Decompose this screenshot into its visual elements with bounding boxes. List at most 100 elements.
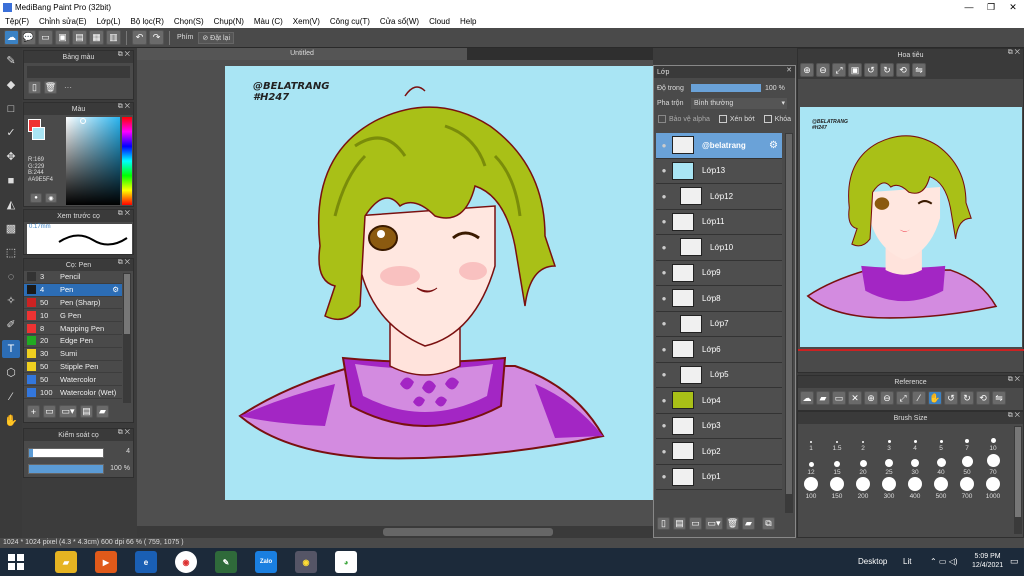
tray-icons[interactable]: ⌃ ▭ ◁) [930,557,958,566]
ref-zoom-out-icon[interactable]: ⊖ [880,391,894,405]
layer-row[interactable]: ● @belatrang ⚙ [656,133,782,159]
pen-tool-icon[interactable]: ✎ [2,52,20,70]
panel-close-icon[interactable]: ⧉ ✕ [118,259,130,267]
navigator-preview[interactable]: @BELATRANG #H247 [800,107,1022,347]
menu-item[interactable]: Công cụ(T) [325,17,375,26]
sub-color-swatch[interactable] [32,127,45,140]
layer-visibility-icon[interactable]: ● [656,243,672,252]
brush-size-option[interactable]: 1.5 [824,428,850,452]
zoom-in-icon[interactable]: ⊕ [800,63,814,77]
fit-icon[interactable]: ⤢ [832,63,846,77]
actual-size-icon[interactable]: ▣ [848,63,862,77]
layer-visibility-icon[interactable]: ● [656,166,672,175]
add-brush-icon[interactable]: + [27,405,40,418]
layer-row[interactable]: ● Lớp10 [656,235,782,261]
layer-row[interactable]: ● Lớp6 [656,337,782,363]
brush-size-option[interactable]: 25 [876,452,902,476]
paint-icon[interactable]: ✎ [215,551,237,573]
layer-visibility-icon[interactable]: ● [656,141,672,150]
ref-open-icon[interactable]: ▰ [816,391,830,405]
panel-close-icon[interactable]: ⧉ ✕ [118,210,130,218]
menu-item[interactable]: Bộ lọc(R) [126,17,169,26]
brush-size-option[interactable]: 5 [928,428,954,452]
menu-item[interactable]: Lớp(L) [92,17,126,26]
brush-menu-icon[interactable]: ▭ [43,405,56,418]
palette-dropdown[interactable] [27,66,130,78]
brush-item[interactable]: 3 Pencil [24,271,122,284]
chrome-icon[interactable]: ◉ [175,551,197,573]
ref-rotate-right-icon[interactable]: ↻ [960,391,974,405]
menu-item[interactable]: Chọn(S) [169,17,209,26]
brush-item[interactable]: 8 Mapping Pen [24,322,122,335]
media-player-icon[interactable]: ▶ [95,551,117,573]
panel-close-icon[interactable]: ⧉ ✕ [1008,49,1020,57]
brush-size-option[interactable]: 700 [954,476,980,500]
undo-icon[interactable]: ↶ [132,30,147,45]
maximize-button[interactable]: ❐ [980,2,1002,13]
zalo-icon[interactable]: Zalo [255,551,277,573]
minimize-button[interactable]: — [958,2,980,13]
ref-close-icon[interactable]: ✕ [848,391,862,405]
chat-icon[interactable]: 💬 [21,30,36,45]
layer-visibility-icon[interactable]: ● [656,447,672,456]
layer-row[interactable]: ● Lớp9 [656,260,782,286]
eyedropper-icon[interactable]: ⁄ [2,388,20,406]
brush-size-option[interactable]: 200 [850,476,876,500]
move-tool-icon[interactable]: ✥ [2,148,20,166]
layer-row[interactable]: ● Lớp5 [656,362,782,388]
reset-button[interactable]: ⊘ Đặt lại [198,31,234,44]
brush-size-option[interactable]: 50 [954,452,980,476]
brush-item[interactable]: 10 G Pen [24,309,122,323]
brush-size-option[interactable]: 7 [954,428,980,452]
brush-size-option[interactable]: 100 [798,476,824,500]
brush-size-option[interactable]: 3 [876,428,902,452]
protect-alpha-checkbox[interactable] [658,115,666,123]
brush-size-option[interactable]: 1 [798,428,824,452]
panel-close-icon[interactable]: ⧉ ✕ [118,51,130,59]
brush-size-option[interactable]: 15 [824,452,850,476]
menu-item[interactable]: Màu (C) [249,17,288,26]
brush-size-scrollbar[interactable] [1014,426,1022,534]
windows-start-icon[interactable] [8,554,24,570]
cloud-icon[interactable]: ☁ [4,30,19,45]
brush-item[interactable]: 50 Watercolor [24,373,122,387]
hue-slider[interactable] [122,117,132,205]
brush-size-option[interactable]: 150 [824,476,850,500]
bucket-tool-icon[interactable]: ◭ [2,196,20,214]
brush-list-scrollbar[interactable] [123,273,131,403]
layer-visibility-icon[interactable]: ● [656,421,672,430]
brush-item[interactable]: 30 Sumi [24,348,122,361]
brush-size-option[interactable]: 12 [798,452,824,476]
ref-reset-icon[interactable]: ⟲ [976,391,990,405]
language-indicator[interactable]: Lit [903,557,911,566]
panel-close-icon[interactable]: ⧉ ✕ [118,429,130,437]
text-tool-icon[interactable]: T [2,340,20,358]
menu-item[interactable]: Help [455,17,481,26]
panel-close-icon[interactable]: ⧉ ✕ [1008,412,1020,420]
menu-item[interactable]: Chụp(N) [209,17,249,26]
select-tool-icon[interactable]: ⬚ [2,244,20,262]
brush-item[interactable]: 100 Watercolor (Wet) [24,386,122,399]
eraser-tool-icon[interactable]: ◆ [2,76,20,94]
layer-row[interactable]: ● Lớp8 [656,286,782,312]
menu-item[interactable]: Cloud [424,17,455,26]
brush-size-slider[interactable] [28,448,104,458]
layer-visibility-icon[interactable]: ● [656,192,672,201]
medibang-icon[interactable]: ◕ [335,551,357,573]
document-tab[interactable]: Untitled [137,48,467,60]
chrome-active-icon[interactable]: ◉ [295,551,317,573]
layer-visibility-icon[interactable]: ● [656,319,672,328]
new-halftone-layer-icon[interactable]: ▤ [673,517,686,530]
menu-item[interactable]: Tệp(F) [0,17,34,26]
reset-rotation-icon[interactable]: ⟲ [896,63,910,77]
layer-list-scrollbar[interactable] [785,133,793,513]
layer-row[interactable]: ● Lớp2 [656,439,782,465]
duplicate-layer-icon[interactable]: ▭ [689,517,702,530]
save-icon[interactable]: ▤ [72,30,87,45]
layer-visibility-icon[interactable]: ● [656,217,672,226]
ref-eyedropper-icon[interactable]: ⁄ [912,391,926,405]
layer-visibility-icon[interactable]: ● [656,472,672,481]
brush-folder-icon[interactable]: ▰ [96,405,109,418]
gear-icon[interactable]: ⚙ [769,140,778,151]
dot-tool-icon[interactable]: ✓ [2,124,20,142]
